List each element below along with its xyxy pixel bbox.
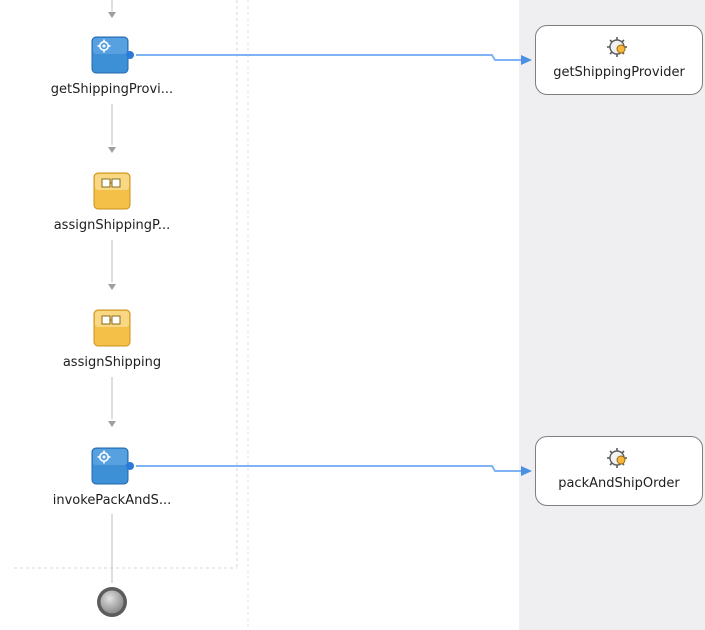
partner-link-pack-and-ship-order[interactable]: packAndShipOrder (535, 436, 703, 506)
invoke-gear-icon (91, 447, 134, 485)
activity-label: getShippingProvi... (50, 82, 174, 97)
connection-line-getShippingProvider (136, 54, 523, 61)
partner-link-label: packAndShipOrder (558, 476, 680, 491)
activity-assign-shipping-provider[interactable]: assignShippingP... (32, 172, 192, 233)
activity-label: assignShippingP... (53, 218, 171, 233)
assign-icon (93, 309, 131, 347)
activity-assign-shipping[interactable]: assignShipping (32, 309, 192, 370)
activity-invoke-pack-and-ship[interactable]: invokePackAndS... (32, 447, 192, 508)
service-gear-icon (607, 37, 627, 57)
activity-label: invokePackAndS... (52, 493, 172, 508)
end-event-icon[interactable] (92, 583, 132, 623)
assign-icon (93, 172, 131, 210)
activity-label: assignShipping (62, 355, 162, 370)
bpel-process-canvas: getShippingProvi... assignShippingP... a… (0, 0, 705, 630)
connection-arrow-icon (521, 466, 532, 476)
partner-link-label: getShippingProvider (553, 65, 685, 80)
invoke-gear-icon (91, 36, 134, 74)
service-gear-icon (607, 448, 627, 468)
partner-link-get-shipping-provider[interactable]: getShippingProvider (535, 25, 703, 95)
connection-line-packAndShipOrder (136, 465, 523, 472)
activity-get-shipping-provider[interactable]: getShippingProvi... (32, 36, 192, 97)
connection-arrow-icon (521, 55, 532, 65)
